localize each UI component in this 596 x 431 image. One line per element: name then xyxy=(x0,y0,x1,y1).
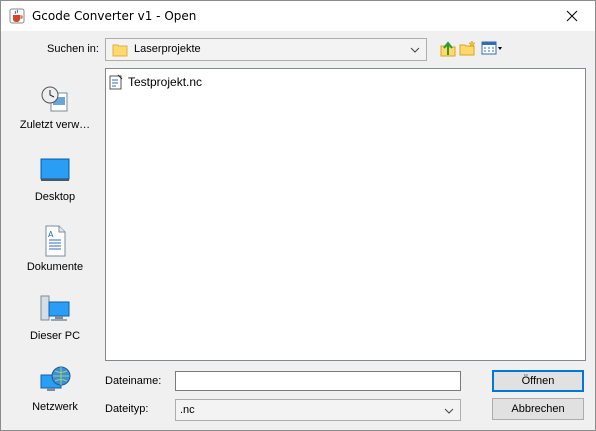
sidebar-item-label: Desktop xyxy=(34,191,76,203)
sidebar-item-label: Dokumente xyxy=(26,261,84,273)
look-in-combo[interactable]: Laserprojekte xyxy=(105,38,427,61)
open-button[interactable]: Öffnen xyxy=(492,370,584,392)
sidebar-item-label: Netzwerk xyxy=(32,401,78,413)
chevron-down-icon xyxy=(444,406,454,416)
close-button[interactable] xyxy=(549,1,595,31)
chevron-down-icon xyxy=(410,45,420,55)
filetype-value: .nc xyxy=(180,404,195,416)
close-icon xyxy=(566,10,578,22)
svg-text:A: A xyxy=(48,230,54,239)
recent-icon xyxy=(39,83,71,115)
look-in-value: Laserprojekte xyxy=(134,43,201,55)
up-folder-icon[interactable] xyxy=(439,40,457,58)
filetype-label: Dateityp: xyxy=(105,403,149,415)
cancel-button[interactable]: Abbrechen xyxy=(492,398,584,420)
view-menu-icon[interactable] xyxy=(481,40,503,58)
filename-field[interactable] xyxy=(175,371,461,391)
filetype-combo[interactable]: .nc xyxy=(175,399,461,421)
sidebar-item-network[interactable]: Netzwerk xyxy=(15,365,95,425)
window-title: Gcode Converter v1 - Open xyxy=(32,9,197,23)
java-cup-icon xyxy=(9,8,25,24)
title-bar[interactable]: Gcode Converter v1 - Open xyxy=(1,1,595,31)
nc-file-icon xyxy=(108,74,124,90)
sidebar-item-label: Dieser PC xyxy=(29,330,81,342)
folder-icon xyxy=(112,43,128,57)
file-open-dialog: Gcode Converter v1 - Open Suchen in: Las… xyxy=(0,0,596,431)
computer-icon xyxy=(39,294,71,326)
new-folder-icon[interactable] xyxy=(459,40,477,58)
documents-icon: A xyxy=(39,225,71,257)
sidebar-item-desktop[interactable]: Desktop xyxy=(15,155,95,215)
filename-label: Dateiname: xyxy=(105,375,162,387)
sidebar-item-recent[interactable]: Zuletzt verw… xyxy=(15,83,95,143)
sidebar-item-documents[interactable]: A Dokumente xyxy=(15,225,95,285)
desktop-icon xyxy=(39,155,71,187)
file-list[interactable]: Testprojekt.nc xyxy=(105,68,586,361)
look-in-label: Suchen in: xyxy=(47,43,99,55)
sidebar-item-this-pc[interactable]: Dieser PC xyxy=(15,294,95,354)
network-icon xyxy=(39,365,71,397)
file-name: Testprojekt.nc xyxy=(128,75,203,89)
sidebar-item-label: Zuletzt verw… xyxy=(19,119,91,131)
